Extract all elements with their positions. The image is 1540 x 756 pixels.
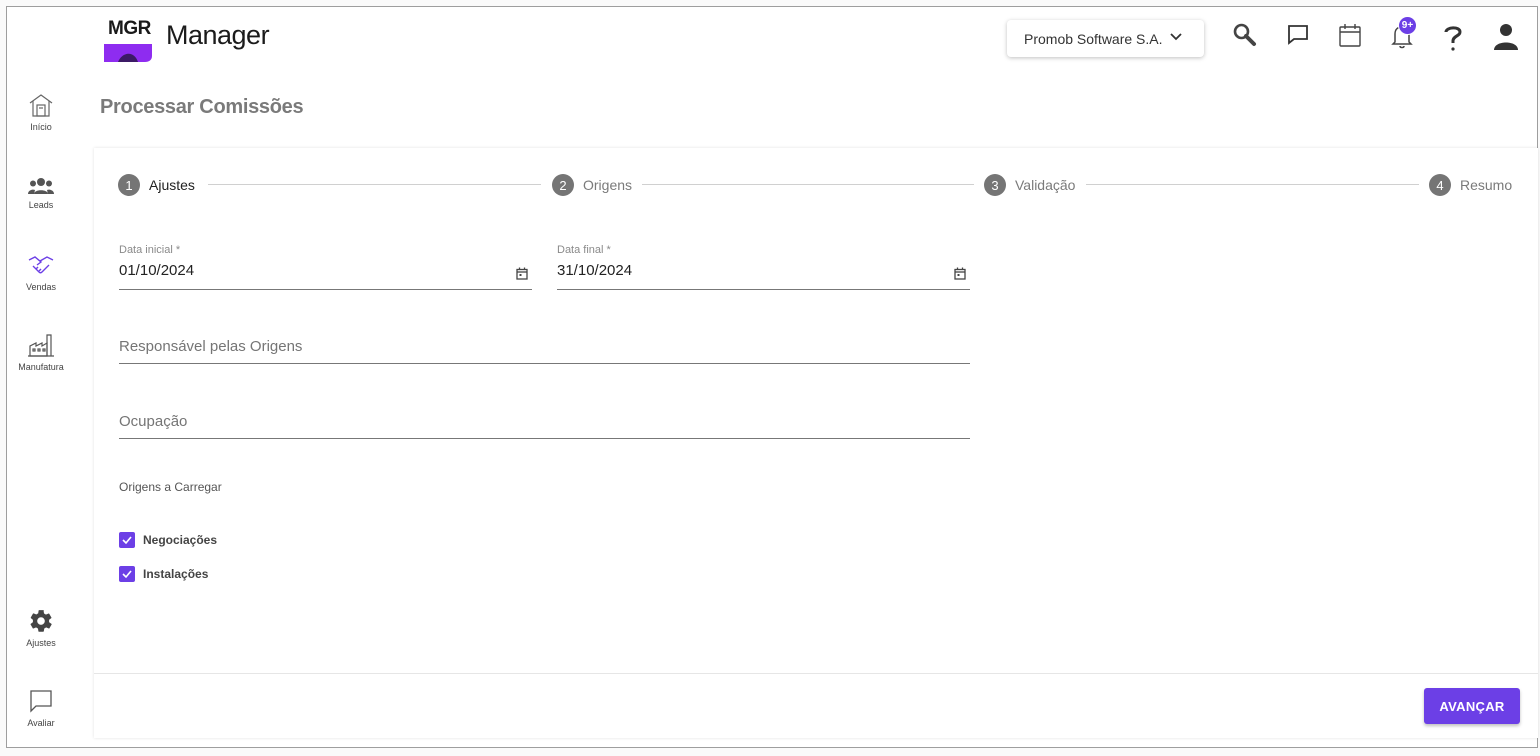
sidebar-item-avaliar[interactable]: Avaliar: [6, 688, 76, 728]
checkbox-negociacoes[interactable]: Negociações: [119, 532, 217, 548]
step-connector: [208, 184, 541, 185]
end-date-field[interactable]: Data final * 31/10/2024: [557, 244, 970, 290]
underline: [119, 289, 532, 290]
logo-text: MGR: [108, 18, 151, 39]
step-label: Origens: [583, 177, 633, 193]
sidebar-item-label: Ajustes: [26, 638, 56, 648]
underline: [119, 363, 970, 364]
step-number: 3: [984, 174, 1006, 196]
checkbox-label: Instalações: [143, 567, 209, 581]
company-select[interactable]: Promob Software S.A.: [1007, 20, 1204, 57]
sidebar-item-label: Avaliar: [27, 718, 55, 728]
wizard-card: 1 Ajustes 2 Origens 3 Validação 4 Resumo…: [94, 148, 1538, 738]
footer-divider: [94, 673, 1538, 674]
sidebar-item-vendas[interactable]: Vendas: [6, 252, 76, 292]
step-origens[interactable]: 2 Origens: [552, 174, 632, 196]
step-number: 2: [552, 174, 574, 196]
step-connector: [642, 184, 974, 185]
user-icon[interactable]: [1492, 22, 1520, 55]
origins-label: Origens a Carregar: [119, 480, 222, 494]
page-title: Processar Comissões: [100, 96, 304, 118]
start-date-label: Data inicial *: [119, 244, 181, 256]
search-icon[interactable]: [1232, 22, 1258, 53]
handshake-icon: [27, 252, 55, 278]
chevron-down-icon: [1163, 29, 1183, 48]
notifications-badge: 9+: [1398, 16, 1417, 35]
next-button[interactable]: AVANÇAR: [1424, 688, 1520, 724]
app-logo[interactable]: MGR: [100, 14, 156, 66]
people-icon: [27, 176, 55, 196]
underline: [119, 438, 970, 439]
chat-icon[interactable]: [1286, 22, 1310, 51]
checkbox-checked[interactable]: [119, 566, 135, 582]
start-date-value[interactable]: 01/10/2024: [119, 262, 532, 279]
chat-bubble-icon: [28, 688, 54, 714]
end-date-label: Data final *: [557, 244, 611, 256]
sidebar-item-label: Manufatura: [18, 362, 64, 372]
sidebar-item-inicio[interactable]: Início: [6, 92, 76, 132]
step-ajustes[interactable]: 1 Ajustes: [118, 174, 195, 196]
step-label: Validação: [1015, 177, 1076, 193]
end-date-value[interactable]: 31/10/2024: [557, 262, 970, 279]
checkbox-checked[interactable]: [119, 532, 135, 548]
step-number: 4: [1429, 174, 1451, 196]
responsible-input[interactable]: Responsável pelas Origens: [119, 338, 970, 364]
company-name: Promob Software S.A.: [1024, 30, 1163, 47]
start-date-field[interactable]: Data inicial * 01/10/2024: [119, 244, 532, 290]
sidebar-item-leads[interactable]: Leads: [6, 176, 76, 210]
brand-name: Manager: [166, 20, 270, 50]
occupation-input[interactable]: Ocupação: [119, 413, 970, 439]
checkbox-label: Negociações: [143, 533, 218, 547]
step-number: 1: [118, 174, 140, 196]
calendar-picker-icon[interactable]: [516, 267, 528, 285]
step-resumo[interactable]: 4 Resumo: [1429, 174, 1512, 196]
sidebar-item-ajustes[interactable]: Ajustes: [6, 608, 76, 648]
sidebar-item-label: Leads: [28, 200, 54, 210]
factory-icon: [27, 332, 55, 358]
step-validacao[interactable]: 3 Validação: [984, 174, 1075, 196]
sidebar-item-label: Vendas: [25, 282, 57, 292]
occupation-placeholder: Ocupação: [119, 413, 188, 430]
home-icon: [27, 92, 55, 118]
underline: [557, 289, 970, 290]
help-icon[interactable]: [1442, 24, 1464, 57]
step-label: Ajustes: [149, 177, 195, 193]
responsible-placeholder: Responsável pelas Origens: [119, 338, 303, 355]
calendar-icon[interactable]: [1338, 22, 1362, 53]
sidebar-item-label: Início: [30, 122, 52, 132]
gear-icon: [28, 608, 54, 634]
step-label: Resumo: [1460, 177, 1513, 193]
calendar-picker-icon[interactable]: [954, 267, 966, 285]
checkbox-instalacoes[interactable]: Instalações: [119, 566, 208, 582]
step-connector: [1086, 184, 1419, 185]
sidebar-item-manufatura[interactable]: Manufatura: [6, 332, 76, 372]
